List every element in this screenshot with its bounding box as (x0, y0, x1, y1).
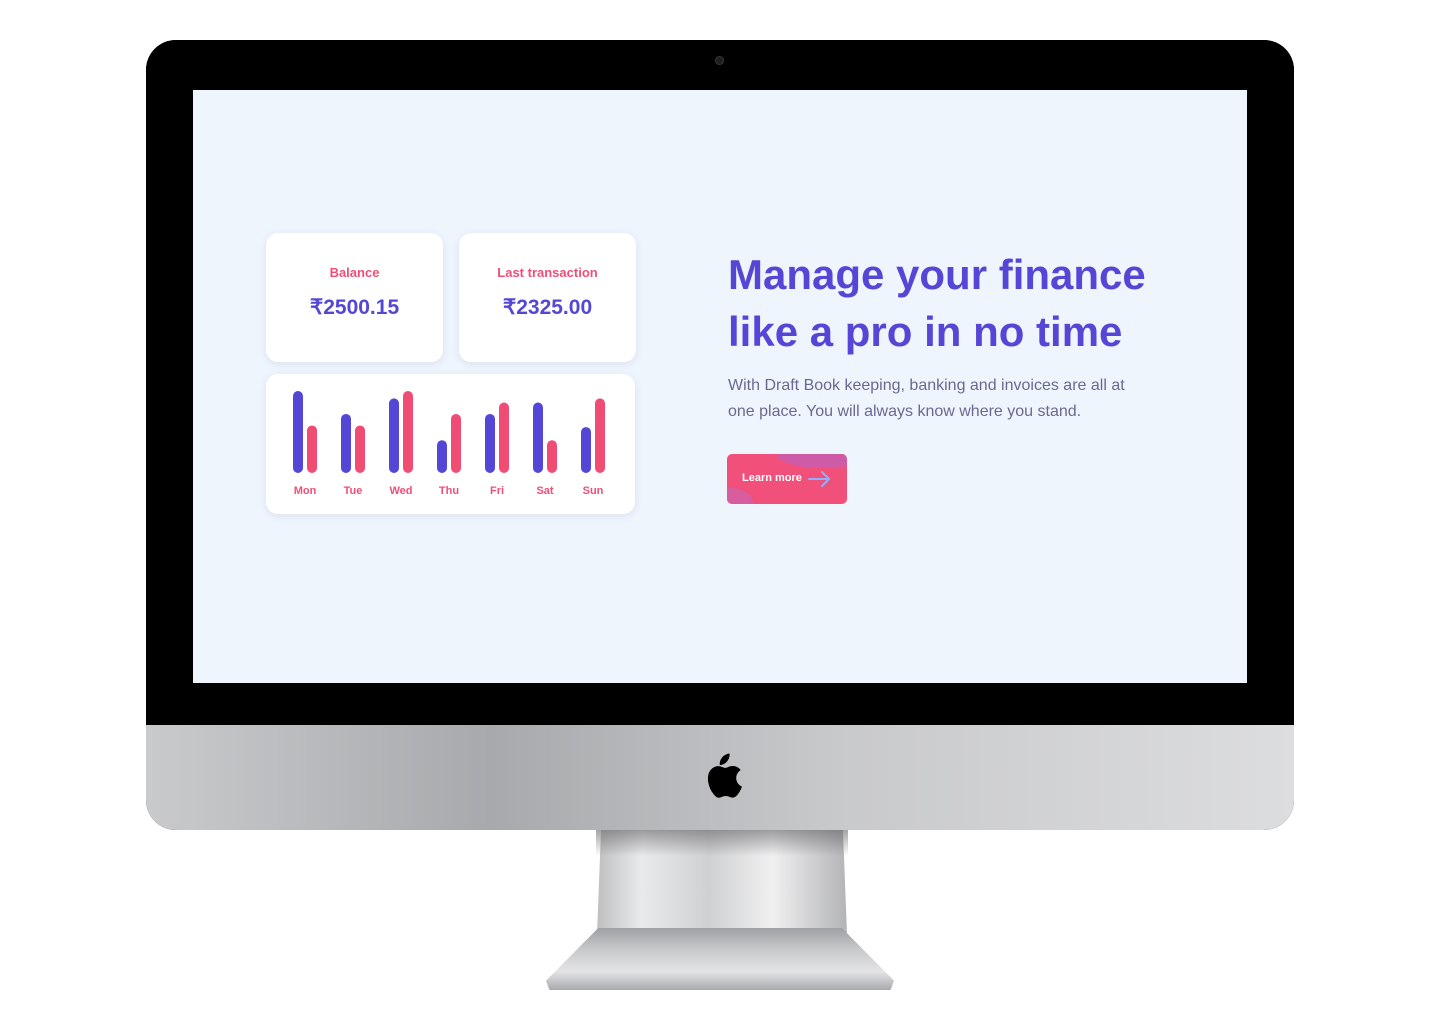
monitor-chin (146, 725, 1294, 830)
last-transaction-label: Last transaction (497, 265, 598, 280)
last-transaction-value: ₹2325.00 (502, 296, 593, 319)
learn-more-label: Learn more (742, 472, 802, 484)
stand-neck-shadow (596, 830, 848, 856)
apple-logo-icon (707, 753, 742, 798)
arrow-right-icon (808, 471, 830, 487)
imac-monitor: Balance ₹2500.15 Last transaction ₹2325.… (146, 40, 1294, 830)
bar-thu-series-1 (437, 440, 447, 473)
day-label: Wed (389, 485, 412, 497)
balance-value: ₹2500.15 (309, 296, 400, 319)
monitor-bezel: Balance ₹2500.15 Last transaction ₹2325.… (146, 40, 1294, 725)
day-label: Mon (294, 485, 317, 497)
bar-tue-series-2 (355, 425, 365, 473)
bar-mon-series-2 (307, 425, 317, 473)
bar-sun-series-1 (581, 427, 591, 473)
bar-sat-series-1 (533, 402, 543, 473)
bar-sun-series-2 (595, 398, 605, 473)
weekly-chart-card: Mon Tue Wed Thu Fri Sat Sun (266, 374, 635, 514)
button-decor-blob (727, 488, 753, 504)
button-decor-blob (777, 454, 847, 468)
bar-fri-series-1 (485, 413, 495, 473)
description-line-2: one place. You will always know where yo… (728, 403, 1082, 420)
hero-description: With Draft Book keeping, banking and inv… (728, 373, 1178, 425)
bar-wed-series-2 (403, 391, 413, 473)
balance-label: Balance (329, 265, 380, 280)
bar-sat-series-2 (547, 440, 557, 473)
hero-headline: Manage your finance like a pro in no tim… (728, 246, 1208, 360)
bar-thu-series-2 (451, 413, 461, 473)
learn-more-button[interactable]: Learn more (727, 454, 847, 504)
weekly-bar-chart: Mon Tue Wed Thu Fri Sat Sun (293, 391, 605, 497)
day-label: Fri (490, 485, 504, 497)
bar-fri-series-2 (499, 402, 509, 473)
day-label: Tue (344, 485, 363, 497)
app-screen: Balance ₹2500.15 Last transaction ₹2325.… (193, 90, 1247, 683)
stand-foot (546, 928, 894, 990)
balance-card: Balance ₹2500.15 (266, 233, 443, 362)
bar-tue-series-1 (341, 413, 351, 473)
headline-line-2: like a pro in no time (728, 308, 1123, 355)
day-label: Sat (536, 485, 553, 497)
description-line-1: With Draft Book keeping, banking and inv… (728, 377, 1125, 394)
day-label: Thu (439, 485, 459, 497)
headline-line-1: Manage your finance (728, 251, 1146, 298)
bar-wed-series-1 (389, 398, 399, 473)
bar-mon-series-1 (293, 391, 303, 473)
camera-icon (715, 56, 724, 65)
last-transaction-card: Last transaction ₹2325.00 (459, 233, 636, 362)
day-label: Sun (583, 485, 604, 497)
